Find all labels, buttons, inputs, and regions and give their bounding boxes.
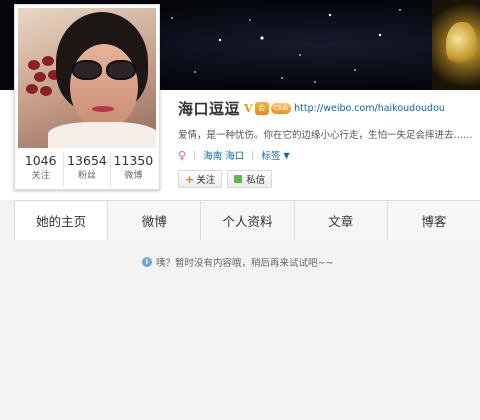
avatar-sunglasses	[72, 60, 138, 80]
info-icon: i	[142, 257, 152, 267]
avatar[interactable]	[18, 8, 156, 148]
verified-v-icon[interactable]: V	[244, 102, 253, 115]
profile-tabs: 她的主页 微博 个人资料 文章 博客	[14, 200, 480, 241]
feed-area: i 咦？暂时没有内容哦，稍后再来试试吧~~	[14, 240, 480, 420]
avatar-card: 1046 关注 13654 粉丝 11350 微博	[14, 4, 160, 190]
tags-link[interactable]: 标签	[262, 148, 281, 162]
message-button[interactable]: 私信	[227, 170, 273, 188]
follow-button-label: 关注	[196, 175, 216, 186]
avatar-lips	[92, 106, 114, 112]
avatar-face	[70, 44, 138, 130]
chevron-down-icon[interactable]: ▼	[284, 151, 290, 160]
stat-following[interactable]: 1046 关注	[18, 153, 63, 187]
profile-name-line: 海口逗逗 V 会 Club http://weibo.com/haikoudou…	[178, 98, 445, 118]
tab-blog[interactable]: 博客	[386, 201, 480, 241]
stat-following-label: 关注	[31, 171, 50, 181]
message-icon	[234, 175, 243, 183]
profile-actions: + 关注 私信	[178, 170, 277, 188]
stat-fans-label: 粉丝	[77, 171, 96, 181]
profile-meta: ♀ | 海南 海口 | 标签 ▼	[178, 148, 290, 163]
vip-member-icon[interactable]: 会	[254, 101, 269, 115]
weibo-url-link[interactable]: http://weibo.com/haikoudoudou	[294, 103, 445, 114]
stat-fans[interactable]: 13654 粉丝	[63, 153, 109, 187]
profile-bio: 爱情，是一种忧伤。你在它的边缘小心行走，生怕一失足会摔进去……	[178, 130, 473, 141]
tab-weibo[interactable]: 微博	[107, 201, 201, 241]
avatar-shirt	[48, 122, 156, 148]
stat-following-count: 1046	[24, 153, 57, 168]
tab-home[interactable]: 她的主页	[14, 201, 108, 241]
stat-weibo-count: 11350	[113, 153, 154, 168]
meta-divider: |	[193, 149, 197, 161]
tab-profile-info[interactable]: 个人资料	[200, 201, 294, 241]
location-link[interactable]: 海南 海口	[203, 148, 244, 162]
stat-fans-count: 13654	[67, 153, 107, 168]
cover-decoration	[432, 0, 480, 90]
stat-weibo[interactable]: 11350 微博	[109, 153, 156, 187]
empty-feed-message: 咦？暂时没有内容哦，稍后再来试试吧~~	[156, 258, 334, 269]
tab-articles[interactable]: 文章	[293, 201, 387, 241]
empty-feed-notice: i 咦？暂时没有内容哦，稍后再来试试吧~~	[142, 255, 333, 269]
stat-weibo-label: 微博	[124, 171, 143, 181]
female-gender-icon: ♀	[178, 148, 187, 162]
meta-divider: |	[251, 149, 255, 161]
follow-button[interactable]: + 关注	[178, 170, 223, 188]
stats-bar: 1046 关注 13654 粉丝 11350 微博	[18, 153, 156, 187]
club-badge-icon[interactable]: Club	[270, 102, 292, 114]
plus-icon: +	[185, 172, 195, 186]
message-button-label: 私信	[246, 175, 266, 186]
profile-name: 海口逗逗	[178, 99, 241, 118]
